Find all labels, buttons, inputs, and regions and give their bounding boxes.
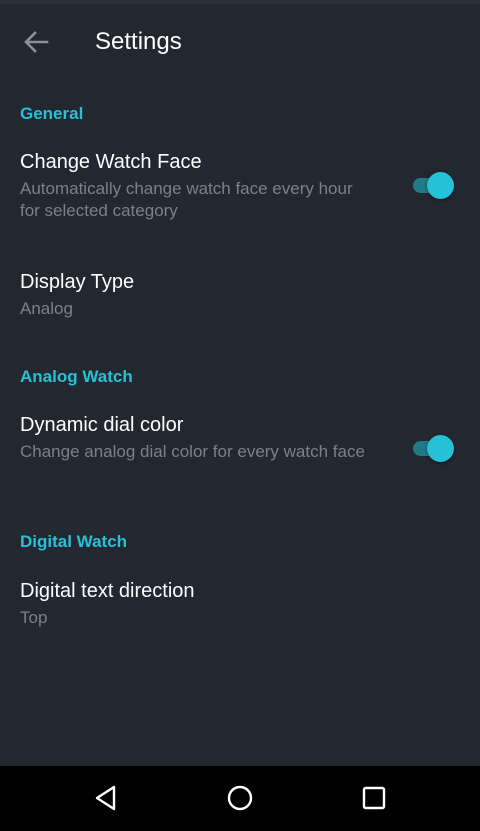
toggle-thumb xyxy=(427,435,454,462)
section-header-digital-watch: Digital Watch xyxy=(20,532,128,551)
settings-screen: Settings General Change Watch Face Autom… xyxy=(0,0,480,831)
arrow-left-icon xyxy=(24,31,49,53)
nav-back-button[interactable] xyxy=(86,780,126,816)
change-watch-face-toggle[interactable] xyxy=(411,171,457,199)
pref-display-type-summary: Analog xyxy=(20,299,73,318)
toggle-thumb xyxy=(427,172,454,199)
pref-display-type-title: Display Type xyxy=(20,271,135,293)
square-recents-icon xyxy=(362,786,386,810)
nav-home-button[interactable] xyxy=(220,780,260,816)
navigation-bar xyxy=(0,766,480,831)
pref-change-watch-face[interactable]: Change Watch Face Automatically change w… xyxy=(0,140,480,240)
pref-dynamic-dial-color-summary: Change analog dial color for every watch… xyxy=(20,442,365,461)
pref-digital-text-direction[interactable]: Digital text direction Top xyxy=(0,569,480,639)
toolbar: Settings xyxy=(0,0,480,84)
pref-digital-text-direction-title: Digital text direction xyxy=(20,580,195,602)
pref-dynamic-dial-color[interactable]: Dynamic dial color Change analog dial co… xyxy=(0,403,480,503)
triangle-back-icon xyxy=(95,785,116,811)
section-header-general: General xyxy=(20,104,84,123)
pref-change-watch-face-summary: Automatically change watch face every ho… xyxy=(20,179,353,220)
pref-dynamic-dial-color-title: Dynamic dial color xyxy=(20,414,184,436)
nav-recents-button[interactable] xyxy=(354,780,394,816)
back-button[interactable] xyxy=(18,26,54,58)
pref-display-type[interactable]: Display Type Analog xyxy=(0,260,480,330)
pref-digital-text-direction-summary: Top xyxy=(20,608,48,627)
pref-change-watch-face-title: Change Watch Face xyxy=(20,151,202,173)
page-title: Settings xyxy=(95,28,182,55)
section-header-analog-watch: Analog Watch xyxy=(20,367,133,386)
dynamic-dial-color-toggle[interactable] xyxy=(411,434,457,462)
circle-home-icon xyxy=(227,785,253,811)
